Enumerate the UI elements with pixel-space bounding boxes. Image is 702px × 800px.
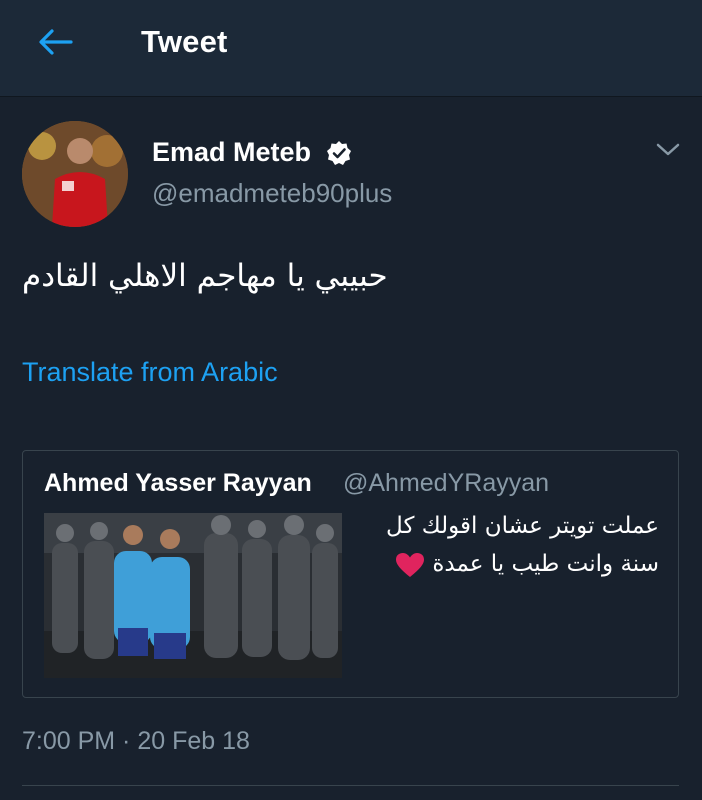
quote-text: عملت تويتر عشان اقولك كل سنة وانت طيب يا… <box>363 507 659 583</box>
page-title: Tweet <box>141 24 228 59</box>
quoted-tweet-card[interactable]: Ahmed Yasser Rayyan @AhmedYRayyan عملت ت… <box>22 450 679 698</box>
avatar-photo <box>22 121 128 227</box>
author-name[interactable]: Emad Meteb <box>152 137 311 168</box>
chevron-down-icon <box>656 143 680 156</box>
back-button[interactable] <box>30 22 80 62</box>
tweet-menu-button[interactable] <box>652 138 684 162</box>
divider <box>22 785 679 786</box>
quote-text-line-2: سنة وانت طيب يا عمدة <box>363 545 659 583</box>
quote-author-name: Ahmed Yasser Rayyan <box>44 469 312 497</box>
top-bar: Tweet <box>0 0 702 97</box>
team-training-photo <box>44 513 342 678</box>
verified-badge-icon <box>327 141 351 165</box>
heart-icon <box>396 552 425 577</box>
avatar[interactable] <box>22 121 128 227</box>
arrow-left-icon <box>39 29 73 55</box>
tweet-text: حبيبي يا مهاجم الاهلي القادم <box>22 258 388 294</box>
tweet-timestamp: 7:00 PM · 20 Feb 18 <box>22 727 250 755</box>
quote-media-image[interactable] <box>44 513 342 678</box>
quote-text-line-2-text: سنة وانت طيب يا عمدة <box>432 551 659 577</box>
translate-link[interactable]: Translate from Arabic <box>22 357 278 388</box>
author-handle[interactable]: @emadmeteb90plus <box>152 178 392 209</box>
quote-author-handle: @AhmedYRayyan <box>343 469 550 497</box>
quote-text-line-1: عملت تويتر عشان اقولك كل <box>386 513 659 539</box>
